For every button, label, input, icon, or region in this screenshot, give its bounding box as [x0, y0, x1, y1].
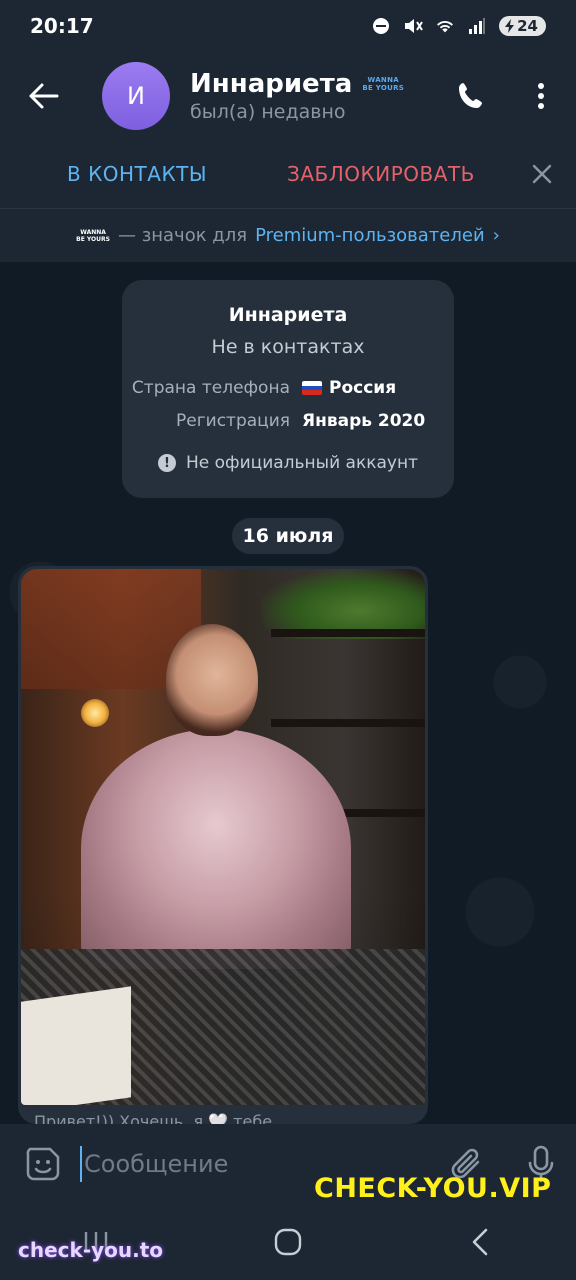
premium-badge-line1: WANNA	[367, 76, 399, 84]
premium-note-badge: WANNA BE YOURS	[76, 229, 110, 243]
info-row-phone-country: Страна телефона Россия	[122, 378, 454, 398]
signal-icon	[467, 16, 487, 36]
status-bar: 20:17 24	[0, 0, 576, 52]
premium-note-badge-line2: BE YOURS	[76, 235, 110, 243]
more-options-button[interactable]	[506, 61, 576, 131]
last-seen-status: был(а) недавно	[190, 101, 346, 123]
sticker-icon	[26, 1147, 60, 1181]
emoji-button[interactable]	[0, 1124, 86, 1204]
premium-note-bar[interactable]: WANNA BE YOURS — значок для Premium-поль…	[0, 208, 576, 262]
contact-info[interactable]: Иннариета WANNA BE YOURS был(а) недавно	[190, 69, 404, 123]
add-contact-button[interactable]: В КОНТАКТЫ	[67, 162, 207, 186]
wifi-icon	[435, 16, 455, 36]
chevron-left-icon	[472, 1228, 488, 1256]
watermark-check-you-to: check-you.to	[18, 1238, 164, 1262]
charging-icon	[505, 19, 515, 33]
battery-level: 24	[517, 17, 538, 35]
do-not-disturb-icon	[371, 16, 391, 36]
warning-text: Не официальный аккаунт	[186, 453, 418, 473]
contact-info-card: Иннариета Не в контактах Страна телефона…	[122, 280, 454, 498]
contact-action-bar: В КОНТАКТЫ ЗАБЛОКИРОВАТЬ	[0, 140, 576, 208]
phone-country-value: Россия	[329, 378, 397, 398]
registration-label: Регистрация	[176, 411, 290, 431]
photo-message[interactable]: Привет!)) Хочешь, я 🤍 тебе...	[18, 566, 428, 1124]
header-actions	[436, 61, 576, 131]
chat-header: И Иннариета WANNA BE YOURS был(а) недавн…	[0, 52, 576, 140]
registration-value: Январь 2020	[302, 411, 426, 431]
phone-country-label: Страна телефона	[131, 378, 290, 398]
info-card-subtitle: Не в контактах	[211, 336, 365, 358]
date-divider: 16 июля	[232, 518, 344, 554]
premium-badge-line2: BE YOURS	[362, 84, 405, 92]
premium-link[interactable]: Premium-пользователей	[255, 225, 485, 246]
premium-note-badge-line1: WANNA	[80, 228, 106, 236]
battery-indicator: 24	[499, 16, 546, 36]
premium-note-text: — значок для	[117, 225, 248, 246]
arrow-left-icon	[29, 83, 59, 109]
unofficial-account-warning: ! Не официальный аккаунт	[122, 453, 454, 473]
message-photo[interactable]	[21, 569, 425, 1105]
chevron-right-icon: ›	[492, 225, 500, 246]
warning-icon: !	[158, 454, 176, 472]
text-caret	[80, 1146, 82, 1182]
russia-flag-icon	[302, 381, 322, 395]
home-icon	[274, 1228, 302, 1256]
close-icon	[532, 164, 552, 184]
watermark-check-you-vip: CHECK-YOU.VIP	[314, 1173, 552, 1204]
status-time: 20:17	[30, 14, 94, 38]
premium-badge[interactable]: WANNA BE YOURS	[362, 76, 404, 92]
message-caption: Привет!)) Хочешь, я 🤍 тебе...	[34, 1112, 288, 1124]
phone-icon	[459, 83, 482, 108]
back-button[interactable]	[0, 52, 88, 140]
call-button[interactable]	[436, 61, 506, 131]
contact-name: Иннариета	[190, 69, 353, 99]
more-vertical-icon	[538, 83, 544, 109]
info-card-name: Иннариета	[228, 304, 348, 326]
info-row-registration: Регистрация Январь 2020	[122, 411, 454, 431]
avatar-letter: И	[127, 82, 145, 110]
avatar[interactable]: И	[102, 62, 170, 130]
close-action-bar-button[interactable]	[508, 140, 576, 208]
mute-icon	[403, 16, 423, 36]
block-user-button[interactable]: ЗАБЛОКИРОВАТЬ	[287, 162, 475, 186]
status-icons: 24	[371, 16, 546, 36]
system-back-button[interactable]	[440, 1212, 520, 1272]
home-button[interactable]	[248, 1212, 328, 1272]
